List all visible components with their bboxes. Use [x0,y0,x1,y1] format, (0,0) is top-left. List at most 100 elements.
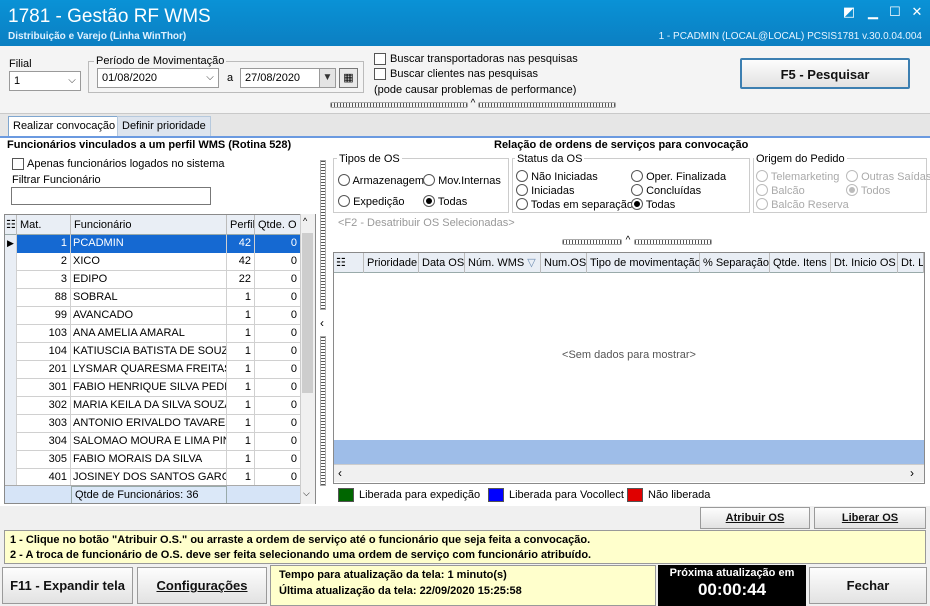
filter-icon[interactable]: ▽ [527,257,535,269]
row-indicator[interactable] [5,289,17,307]
row-indicator[interactable] [5,415,17,433]
grid-menu-icon[interactable]: ☷ [5,215,17,235]
grid-footer: Qtde de Funcionários: 36 [5,485,301,503]
caret-up-icon[interactable]: ^ [468,99,478,109]
table-row[interactable]: 303 ANTONIO ERIVALDO TAVARES 1 0 [5,415,301,433]
close-icon[interactable]: ✕ [910,5,924,18]
cell-qtde: 0 [255,343,301,361]
cell-funcionario: ANTONIO ERIVALDO TAVARES [71,415,227,433]
row-indicator-icon[interactable]: ▶ [5,235,17,253]
radio-oper-finalizada[interactable]: Oper. Finalizada [631,170,726,183]
row-indicator[interactable] [5,343,17,361]
scroll-right-icon[interactable]: › [910,466,914,480]
radio-concluidas[interactable]: Concluídas [631,184,701,197]
col-data-os[interactable]: Data OS [419,253,465,273]
liberar-os-button[interactable]: Liberar OS [814,507,926,529]
radio-dot [756,170,768,182]
caret-up-icon[interactable]: ^ [623,236,633,246]
date-to-input[interactable]: 27/08/2020 ▼ [240,68,336,88]
scroll-up-icon[interactable]: ^ [303,216,307,226]
radio-mov-internas[interactable]: Mov.Internas [423,174,501,187]
table-row[interactable]: 201 LYSMAR QUARESMA FREITAS 1 0 [5,361,301,379]
grid-splitter-handle[interactable] [562,239,622,245]
radio-dot [756,198,768,210]
radio-tipos-todas[interactable]: Todas [423,195,467,208]
collapse-left-icon[interactable]: ‹ [320,316,328,330]
table-row[interactable]: 301 FABIO HENRIQUE SILVA PEDRI 1 0 [5,379,301,397]
row-indicator[interactable] [5,397,17,415]
col-num-os[interactable]: Num.OS [541,253,587,273]
vertical-splitter-top[interactable] [320,160,326,310]
filial-select[interactable]: 1 ⌵ [9,71,81,91]
col-mat[interactable]: Mat. [17,215,71,235]
col-qtde-itens[interactable]: Qtde. Itens [770,253,831,273]
splitter-handle-right[interactable] [478,102,616,108]
col-perfil[interactable]: Perfil [227,215,255,235]
row-indicator[interactable] [5,253,17,271]
table-row[interactable]: 302 MARIA KEILA DA SILVA SOUZA 1 0 [5,397,301,415]
employee-grid[interactable]: ☷ Mat. Funcionário Perfil Qtde. O ▶ 1 PCAD… [4,214,316,504]
config-button[interactable]: Configurações [137,567,267,604]
chk-logados[interactable] [12,158,24,170]
table-row[interactable]: 88 SOBRAL 1 0 [5,289,301,307]
col-qtde[interactable]: Qtde. O [255,215,301,235]
atribuir-os-button[interactable]: Atribuir OS [700,507,810,529]
chk-clientes[interactable] [374,68,386,80]
splitter-handle[interactable] [330,102,468,108]
maximize-icon[interactable]: ☐ [888,5,902,18]
radio-nao-iniciadas[interactable]: Não Iniciadas [516,170,598,183]
radio-armazenagem[interactable]: Armazenagem [338,174,424,187]
close-button[interactable]: Fechar [809,567,927,604]
filter-employee-input[interactable] [11,187,211,205]
radio-expedicao[interactable]: Expedição [338,195,404,208]
vertical-splitter-bottom[interactable] [320,336,326,486]
title-bar: 1781 - Gestão RF WMS Distribuição e Vare… [0,0,930,46]
col-separacao[interactable]: % Separação [700,253,770,273]
date-separator: a [227,72,234,84]
table-row[interactable]: 304 SALOMAO MOURA E LIMA PINT 1 0 [5,433,301,451]
scroll-left-icon[interactable]: ‹ [338,466,342,480]
cell-funcionario: FABIO MORAIS DA SILVA [71,451,227,469]
col-tipo-movimentacao[interactable]: Tipo de movimentação [587,253,700,273]
expand-button[interactable]: F11 - Expandir tela [2,567,133,604]
restore-icon[interactable]: ◩ [842,5,856,18]
date-from-input[interactable]: 01/08/2020 ⌵ [97,68,219,88]
row-indicator[interactable] [5,307,17,325]
col-dt-inicio[interactable]: Dt. Inicio OS [831,253,898,273]
radio-status-todas[interactable]: Todas [631,198,675,211]
os-grid-hscrollbar[interactable]: ‹ › [334,464,924,482]
table-row[interactable]: ▶ 1 PCADMIN 42 0 [5,235,301,253]
cell-perfil: 1 [227,343,255,361]
row-indicator[interactable] [5,325,17,343]
tab-realizar-convocacao[interactable]: Realizar convocação [8,116,121,136]
table-row[interactable]: 104 KATIUSCIA BATISTA DE SOUZA 1 0 [5,343,301,361]
row-indicator[interactable] [5,451,17,469]
scroll-down-icon[interactable]: ⌵ [303,488,310,499]
radio-iniciadas[interactable]: Iniciadas [516,184,574,197]
table-row[interactable]: 99 AVANCADO 1 0 [5,307,301,325]
chk-transportadoras[interactable] [374,53,386,65]
table-row[interactable]: 3 EDIPO 22 0 [5,271,301,289]
table-row[interactable]: 103 ANA AMELIA AMARAL 1 0 [5,325,301,343]
search-button[interactable]: F5 - Pesquisar [740,58,910,89]
row-indicator[interactable] [5,361,17,379]
radio-dot [516,184,528,196]
calendar-icon[interactable]: ▦ [339,68,358,88]
table-row[interactable]: 2 XICO 42 0 [5,253,301,271]
col-funcionario[interactable]: Funcionário [71,215,227,235]
grid-splitter-handle-right[interactable] [634,239,712,245]
grid-menu-icon[interactable]: ☷ [334,253,364,273]
row-indicator[interactable] [5,433,17,451]
next-update-label: Próxima atualização em [669,567,795,579]
row-indicator[interactable] [5,379,17,397]
col-prioridade[interactable]: Prioridade [364,253,419,273]
cell-funcionario: KATIUSCIA BATISTA DE SOUZA [71,343,227,361]
row-indicator[interactable] [5,271,17,289]
radio-todas-separacao[interactable]: Todas em separação [516,198,633,211]
col-num-wms[interactable]: Núm. WMS ▽ [465,253,541,273]
scroll-thumb[interactable] [302,233,313,393]
tab-definir-prioridade[interactable]: Definir prioridade [117,116,211,136]
table-row[interactable]: 305 FABIO MORAIS DA SILVA 1 0 [5,451,301,469]
minimize-icon[interactable]: ▁ [866,5,880,18]
col-dt-l[interactable]: Dt. L [898,253,924,273]
